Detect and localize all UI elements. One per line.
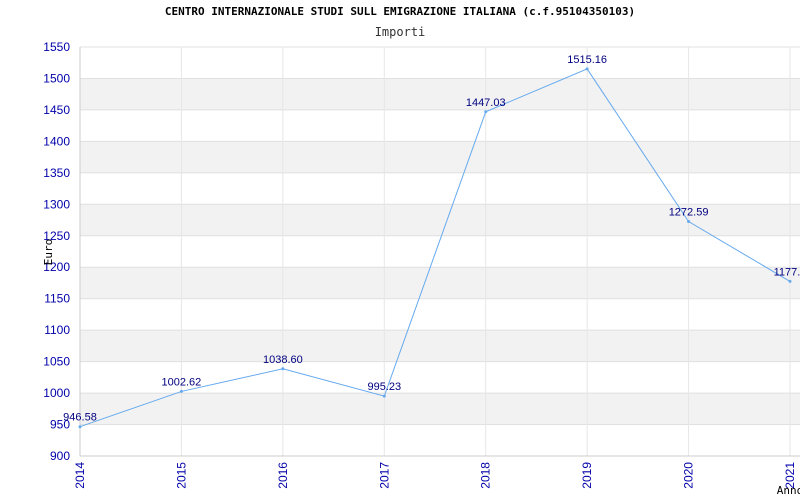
y-tick-label: 1350 [43,166,70,180]
grid-band [80,393,800,425]
grid-band [80,267,800,299]
x-tick-label: 2020 [682,462,696,489]
data-label: 1002.62 [162,376,202,388]
x-axis-label: Anno [777,484,800,497]
y-tick-label: 1300 [43,197,70,211]
data-point [78,425,82,429]
grid-bands [80,78,800,425]
y-axis-label: Euro [42,239,55,266]
x-tick-label: 2014 [73,462,87,489]
x-tick-label: 2019 [580,462,594,489]
series-line [79,68,791,428]
data-label: 1177.5 [774,266,800,278]
series [78,67,792,429]
grid-band [80,78,800,110]
data-point [382,394,386,398]
data-point [788,279,792,283]
y-tick-label: 1500 [43,71,70,85]
data-label: 1515.16 [567,54,607,66]
data-label: 1447.03 [466,97,506,109]
data-label: 1272.59 [669,207,709,219]
data-label: 946.58 [63,412,97,424]
y-tick-label: 1400 [43,134,70,148]
y-tick-label: 1150 [44,292,70,306]
data-point [179,389,183,393]
y-tick-label: 1000 [43,386,70,400]
y-tick-label: 1050 [43,355,70,369]
line-chart: 9009501000105011001150120012501300135014… [42,40,800,497]
grid-band [80,330,800,362]
x-axis-ticks: 2014 2015 2016 2017 2018 2019 2020 2021 [73,462,797,489]
x-tick-label: 2016 [276,462,290,489]
grid-band [80,141,800,173]
x-tick-label: 2015 [174,462,188,489]
data-label: 1038.60 [263,354,303,366]
x-tick-label: 2017 [377,462,391,489]
y-tick-label: 1450 [43,103,70,117]
data-point [585,67,589,71]
data-point [281,367,285,371]
y-tick-label: 900 [50,449,70,463]
y-tick-label: 1550 [43,40,70,54]
x-tick-label: 2018 [479,462,493,489]
data-point [484,110,488,114]
data-point [687,220,691,224]
y-tick-label: 1100 [44,323,70,337]
data-label: 995.23 [367,381,401,393]
